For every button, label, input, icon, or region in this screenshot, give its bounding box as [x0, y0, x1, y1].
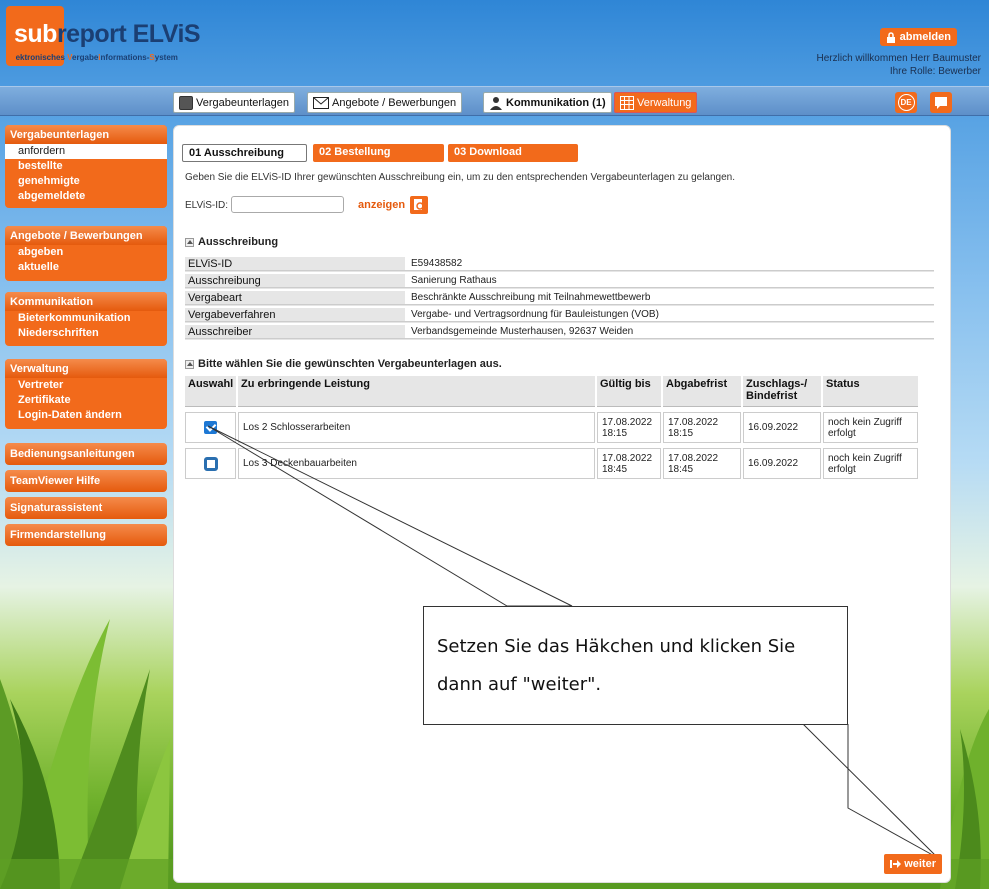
sidebar-item-anfordern[interactable]: anfordern — [5, 144, 167, 159]
sidebar-heading: Firmendarstellung — [5, 524, 167, 546]
sidebar-section-angebote: Angebote / Bewerbungen abgeben aktuelle — [5, 226, 167, 281]
callout-pointers — [207, 425, 939, 859]
top-nav: Vergabeunterlagen Angebote / Bewerbungen… — [0, 86, 989, 116]
sidebar-firmendarstellung[interactable]: Firmendarstellung — [5, 524, 167, 546]
arrow-right-icon — [890, 860, 902, 868]
logout-label: abmelden — [899, 31, 951, 43]
envelope-icon — [313, 96, 329, 109]
hint-text: Setzen Sie das Häkchen und klicken Sie d… — [437, 636, 796, 695]
logout-button[interactable]: abmelden — [879, 28, 957, 46]
nav-verwaltung[interactable]: Verwaltung — [614, 92, 698, 113]
sidebar-section-verwaltung: Verwaltung Vertreter Zertifikate Login-D… — [5, 359, 167, 429]
nav-kommunikation[interactable]: Kommunikation (1) — [483, 92, 612, 113]
app-tagline: Elektronisches Vergabeinformations-Syste… — [8, 53, 178, 62]
nav-vergabeunterlagen[interactable]: Vergabeunterlagen — [173, 92, 295, 113]
sidebar-item-login-daten[interactable]: Login-Daten ändern — [5, 408, 167, 423]
sidebar-heading[interactable]: Vergabeunterlagen — [5, 125, 167, 144]
main-panel: 01 Ausschreibung 02 Bestellung 03 Downlo… — [173, 125, 951, 883]
sidebar-signaturassistent[interactable]: Signaturassistent — [5, 497, 167, 519]
next-button[interactable]: weiter — [884, 854, 942, 874]
documents-icon — [179, 95, 193, 110]
help-button[interactable] — [930, 92, 952, 113]
next-label: weiter — [904, 858, 936, 870]
hint-callout: Setzen Sie das Häkchen und klicken Sie d… — [423, 606, 848, 725]
welcome-text: Herzlich willkommen Herr Baumuster — [816, 53, 981, 64]
app-logo[interactable]: subreport ELViS — [14, 22, 201, 47]
sidebar-item-aktuelle[interactable]: aktuelle — [5, 260, 167, 275]
person-icon — [490, 96, 502, 110]
sidebar-heading[interactable]: Kommunikation — [5, 292, 167, 311]
sidebar-item-niederschriften[interactable]: Niederschriften — [5, 326, 167, 341]
speech-bubble-icon — [935, 96, 947, 109]
role-text: Ihre Rolle: Bewerber — [889, 66, 981, 77]
sidebar-heading: Signaturassistent — [5, 497, 167, 519]
sidebar-item-abgeben[interactable]: abgeben — [5, 245, 167, 260]
globe-icon: DE — [897, 94, 915, 111]
user-info: Herzlich willkommen Herr Baumuster Ihre … — [817, 52, 981, 78]
sidebar-teamviewer[interactable]: TeamViewer Hilfe — [5, 470, 167, 492]
sidebar-item-zertifikate[interactable]: Zertifikate — [5, 393, 167, 408]
sidebar-item-abgemeldete[interactable]: abgemeldete — [5, 189, 167, 204]
sidebar-item-genehmigte[interactable]: genehmigte — [5, 174, 167, 189]
nav-angebote[interactable]: Angebote / Bewerbungen — [307, 92, 463, 113]
sidebar-section-kommunikation: Kommunikation Bieterkommunikation Nieder… — [5, 292, 167, 346]
sidebar-heading: TeamViewer Hilfe — [5, 470, 167, 492]
sidebar-heading[interactable]: Verwaltung — [5, 359, 167, 378]
sidebar-item-bieterkommunikation[interactable]: Bieterkommunikation — [5, 311, 167, 326]
sidebar-heading: Bedienungsanleitungen — [5, 443, 167, 465]
sidebar-bedienungsanleitungen[interactable]: Bedienungsanleitungen — [5, 443, 167, 465]
sidebar-heading[interactable]: Angebote / Bewerbungen — [5, 226, 167, 245]
language-button[interactable]: DE — [895, 92, 917, 113]
sidebar-item-vertreter[interactable]: Vertreter — [5, 378, 167, 393]
calendar-grid-icon — [620, 95, 634, 110]
sidebar-item-bestellte[interactable]: bestellte — [5, 159, 167, 174]
lock-icon — [886, 31, 895, 43]
sidebar-section-vergabeunterlagen: Vergabeunterlagen anfordern bestellte ge… — [5, 125, 167, 208]
